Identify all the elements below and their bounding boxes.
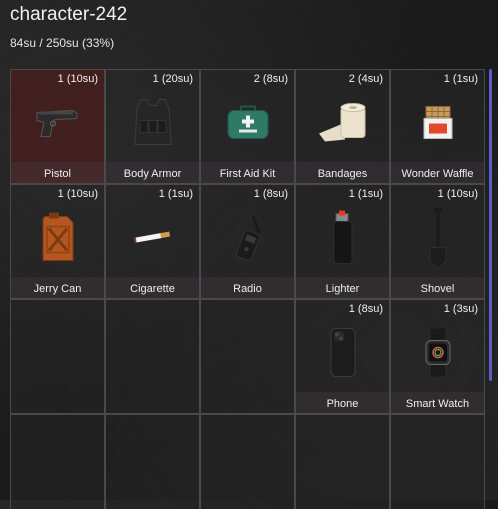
item-quantity: 1 (10su): [57, 188, 98, 200]
first-aid-kit-icon: [220, 94, 276, 150]
item-quantity: 2 (4su): [348, 73, 383, 85]
inventory-slot-empty[interactable]: [390, 414, 485, 509]
item-name: Body Armor: [123, 168, 182, 180]
inventory-slot[interactable]: 1 (10su) Pistol: [10, 69, 105, 184]
item-name: First Aid Kit: [219, 168, 276, 180]
item-quantity: 1 (1su): [158, 188, 193, 200]
item-quantity: 1 (1su): [443, 73, 478, 85]
inventory-slot-empty[interactable]: [295, 414, 390, 509]
inventory-title: character-242: [10, 4, 128, 25]
scrollbar[interactable]: [489, 69, 492, 381]
inventory-slot[interactable]: 1 (1su) Cigarette: [105, 184, 200, 299]
item-name: Phone: [326, 398, 359, 410]
item-name: Smart Watch: [405, 398, 470, 410]
inventory-capacity: 84su / 250su (33%): [10, 36, 115, 50]
jerry-can-icon: [30, 209, 86, 265]
item-name: Shovel: [420, 283, 455, 295]
radio-icon: [220, 209, 276, 265]
pistol-icon: [30, 94, 86, 150]
item-quantity: 2 (8su): [253, 73, 288, 85]
item-name: Wonder Waffle: [401, 168, 474, 180]
item-name: Lighter: [325, 283, 360, 295]
item-name: Bandages: [317, 168, 368, 180]
inventory-slot[interactable]: 1 (8su) Phone: [295, 299, 390, 414]
item-quantity: 1 (1su): [348, 188, 383, 200]
inventory-slot-empty[interactable]: [10, 299, 105, 414]
item-name: Radio: [233, 283, 262, 295]
item-quantity: 1 (8su): [253, 188, 288, 200]
item-quantity: 1 (8su): [348, 303, 383, 315]
inventory-slot[interactable]: 1 (1su) Lighter: [295, 184, 390, 299]
item-name: Jerry Can: [33, 283, 82, 295]
item-name: Cigarette: [130, 283, 175, 295]
item-quantity: 1 (10su): [437, 188, 478, 200]
inventory-slot-empty[interactable]: [200, 414, 295, 509]
inventory-slot[interactable]: 1 (10su) Shovel: [390, 184, 485, 299]
inventory-grid: 1 (10su) Pistol 1 (20su) Body Armor 2 (8su) F…: [10, 69, 485, 509]
inventory-slot-empty[interactable]: [105, 414, 200, 509]
inventory-slot[interactable]: 2 (8su) First Aid Kit: [200, 69, 295, 184]
phone-icon: [315, 324, 371, 380]
smart-watch-icon: [410, 324, 466, 380]
inventory-slot[interactable]: 1 (8su) Radio: [200, 184, 295, 299]
bandages-icon: [315, 94, 371, 150]
shovel-icon: [410, 207, 466, 269]
inventory-slot-empty[interactable]: [200, 299, 295, 414]
item-quantity: 1 (20su): [152, 73, 193, 85]
item-name: Pistol: [44, 168, 71, 180]
item-quantity: 1 (10su): [57, 73, 98, 85]
inventory-slot-empty[interactable]: [105, 299, 200, 414]
inventory-slot[interactable]: 2 (4su) Bandages: [295, 69, 390, 184]
inventory-slot[interactable]: 1 (3su) Smart Watch: [390, 299, 485, 414]
waffle-icon: [410, 94, 466, 150]
inventory-slot[interactable]: 1 (1su) Wonder Waffle: [390, 69, 485, 184]
item-quantity: 1 (3su): [443, 303, 478, 315]
inventory-slot[interactable]: 1 (10su) Jerry Can: [10, 184, 105, 299]
body-armor-icon: [125, 94, 181, 150]
cigarette-icon: [125, 209, 181, 265]
inventory-slot[interactable]: 1 (20su) Body Armor: [105, 69, 200, 184]
lighter-icon: [315, 209, 371, 265]
inventory-slot-empty[interactable]: [10, 414, 105, 509]
